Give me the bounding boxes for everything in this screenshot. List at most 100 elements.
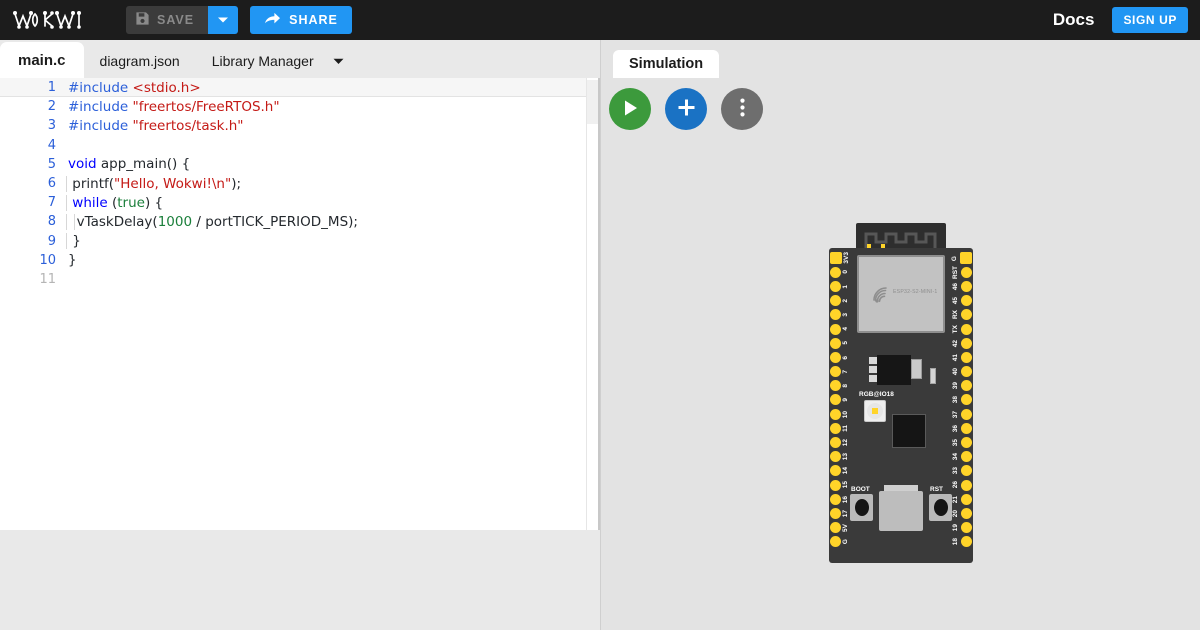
pin-pad[interactable] bbox=[961, 422, 972, 434]
code-lines-container[interactable]: 1 #include <stdio.h> 2 #include "freertos/F… bbox=[0, 78, 600, 530]
board-pin[interactable]: 26 bbox=[948, 478, 972, 492]
pin-pad[interactable] bbox=[961, 351, 972, 363]
pin-pad[interactable] bbox=[961, 522, 972, 534]
pin-pad[interactable] bbox=[961, 266, 972, 278]
pin-pad[interactable] bbox=[830, 280, 841, 292]
simulation-canvas[interactable]: ESP32-S2-MINI-1 3V3 0 1 2 3 4 5 6 7 8 9 10 11 12 13 14 1… bbox=[601, 140, 1200, 630]
pin-pad[interactable] bbox=[830, 266, 841, 278]
pin-pad[interactable] bbox=[830, 351, 841, 363]
pin-pad[interactable] bbox=[830, 493, 841, 505]
menu-button[interactable] bbox=[721, 88, 763, 130]
tab-library-manager[interactable]: Library Manager bbox=[196, 44, 330, 78]
pin-pad[interactable] bbox=[961, 451, 972, 463]
pin-pad[interactable] bbox=[960, 252, 972, 265]
board-pin[interactable]: 39 bbox=[948, 379, 972, 393]
board-pin[interactable]: 0 bbox=[830, 265, 854, 279]
code-line[interactable]: 4 bbox=[0, 136, 600, 155]
board-pin[interactable]: 3V3 bbox=[830, 251, 854, 265]
pin-pad[interactable] bbox=[830, 465, 841, 477]
tab-diagram-json[interactable]: diagram.json bbox=[84, 44, 196, 78]
board-pin[interactable]: G bbox=[948, 251, 972, 265]
board-pin[interactable]: RST bbox=[948, 265, 972, 279]
board-pin[interactable]: TX bbox=[948, 322, 972, 336]
pin-pad[interactable] bbox=[830, 295, 841, 307]
board-pin[interactable]: 38 bbox=[948, 393, 972, 407]
board-pin[interactable]: 5 bbox=[830, 336, 854, 350]
pin-pad[interactable] bbox=[961, 394, 972, 406]
pin-pad[interactable] bbox=[830, 408, 841, 420]
board-pin[interactable]: 2 bbox=[830, 294, 854, 308]
pin-pad[interactable] bbox=[830, 522, 841, 534]
pin-pad[interactable] bbox=[830, 507, 841, 519]
pin-pad[interactable] bbox=[830, 309, 841, 321]
board-pin[interactable]: 3 bbox=[830, 308, 854, 322]
pin-pad[interactable] bbox=[830, 366, 841, 378]
play-button[interactable] bbox=[609, 88, 651, 130]
pin-pad[interactable] bbox=[961, 493, 972, 505]
code-line[interactable]: 3 #include "freertos/task.h" bbox=[0, 116, 600, 135]
board-pin[interactable]: 14 bbox=[830, 464, 854, 478]
code-line[interactable]: 5 void app_main() { bbox=[0, 155, 600, 174]
save-dropdown-button[interactable] bbox=[208, 6, 239, 34]
board-pin[interactable]: G bbox=[830, 535, 854, 549]
signup-button[interactable]: SIGN UP bbox=[1112, 7, 1188, 33]
board-pin[interactable]: 41 bbox=[948, 350, 972, 364]
usb-connector[interactable] bbox=[879, 491, 923, 531]
pin-pad[interactable] bbox=[961, 337, 972, 349]
board-pin[interactable]: 35 bbox=[948, 435, 972, 449]
board-pin[interactable]: 11 bbox=[830, 421, 854, 435]
code-line[interactable]: 9 } bbox=[0, 232, 600, 251]
code-line[interactable]: 8 vTaskDelay(1000 / portTICK_PERIOD_MS); bbox=[0, 212, 600, 231]
board-pin[interactable]: 36 bbox=[948, 421, 972, 435]
board-pin[interactable]: 7 bbox=[830, 365, 854, 379]
docs-link[interactable]: Docs bbox=[1053, 10, 1095, 30]
editor-scrollbar-thumb[interactable] bbox=[587, 80, 598, 124]
reset-button[interactable] bbox=[929, 494, 952, 521]
pin-pad[interactable] bbox=[961, 295, 972, 307]
code-line[interactable]: 1 #include <stdio.h> bbox=[0, 78, 600, 98]
esp32-s2-devkit-board[interactable]: ESP32-S2-MINI-1 3V3 0 1 2 3 4 5 6 7 8 9 10 11 12 13 14 1… bbox=[829, 223, 973, 563]
pin-pad[interactable] bbox=[830, 437, 841, 449]
board-pin[interactable]: 34 bbox=[948, 450, 972, 464]
code-line[interactable]: 10} bbox=[0, 251, 600, 270]
board-pin[interactable]: RX bbox=[948, 308, 972, 322]
tab-main-c[interactable]: main.c bbox=[0, 42, 84, 78]
pin-pad[interactable] bbox=[961, 479, 972, 491]
pin-pad[interactable] bbox=[961, 280, 972, 292]
board-pin[interactable]: 18 bbox=[948, 535, 972, 549]
pin-pad[interactable] bbox=[961, 380, 972, 392]
board-pin[interactable]: 12 bbox=[830, 435, 854, 449]
board-pin[interactable]: 13 bbox=[830, 450, 854, 464]
code-editor[interactable]: 1 #include <stdio.h> 2 #include "freertos/F… bbox=[0, 78, 600, 530]
code-line[interactable]: 2 #include "freertos/FreeRTOS.h" bbox=[0, 97, 600, 116]
wokwi-logo[interactable] bbox=[12, 9, 108, 31]
pin-pad[interactable] bbox=[830, 422, 841, 434]
board-pin[interactable]: 40 bbox=[948, 365, 972, 379]
save-button[interactable]: SAVE bbox=[126, 6, 209, 34]
pin-pad[interactable] bbox=[961, 465, 972, 477]
add-button[interactable] bbox=[665, 88, 707, 130]
board-pin[interactable]: 1 bbox=[830, 279, 854, 293]
board-pin[interactable]: 6 bbox=[830, 350, 854, 364]
pin-pad[interactable] bbox=[830, 394, 841, 406]
pin-pad[interactable] bbox=[830, 323, 841, 335]
board-pin[interactable]: 10 bbox=[830, 407, 854, 421]
code-line[interactable]: 6 printf("Hello, Wokwi!\n"); bbox=[0, 174, 600, 193]
board-pin[interactable]: 45 bbox=[948, 294, 972, 308]
board-pin[interactable]: 5V bbox=[830, 521, 854, 535]
board-pin[interactable]: 46 bbox=[948, 279, 972, 293]
pin-pad[interactable] bbox=[830, 451, 841, 463]
code-line[interactable]: 7 while (true) { bbox=[0, 193, 600, 212]
board-pin[interactable]: 33 bbox=[948, 464, 972, 478]
pin-pad[interactable] bbox=[830, 380, 841, 392]
pin-pad[interactable] bbox=[961, 323, 972, 335]
share-button[interactable]: SHARE bbox=[250, 6, 352, 34]
pin-pad[interactable] bbox=[961, 408, 972, 420]
board-pin[interactable]: 42 bbox=[948, 336, 972, 350]
board-pin[interactable]: 19 bbox=[948, 521, 972, 535]
code-line[interactable]: 11 bbox=[0, 270, 600, 289]
pin-pad[interactable] bbox=[830, 252, 842, 265]
pin-pad[interactable] bbox=[961, 437, 972, 449]
tab-overflow-button[interactable] bbox=[328, 44, 350, 78]
pin-pad[interactable] bbox=[961, 366, 972, 378]
